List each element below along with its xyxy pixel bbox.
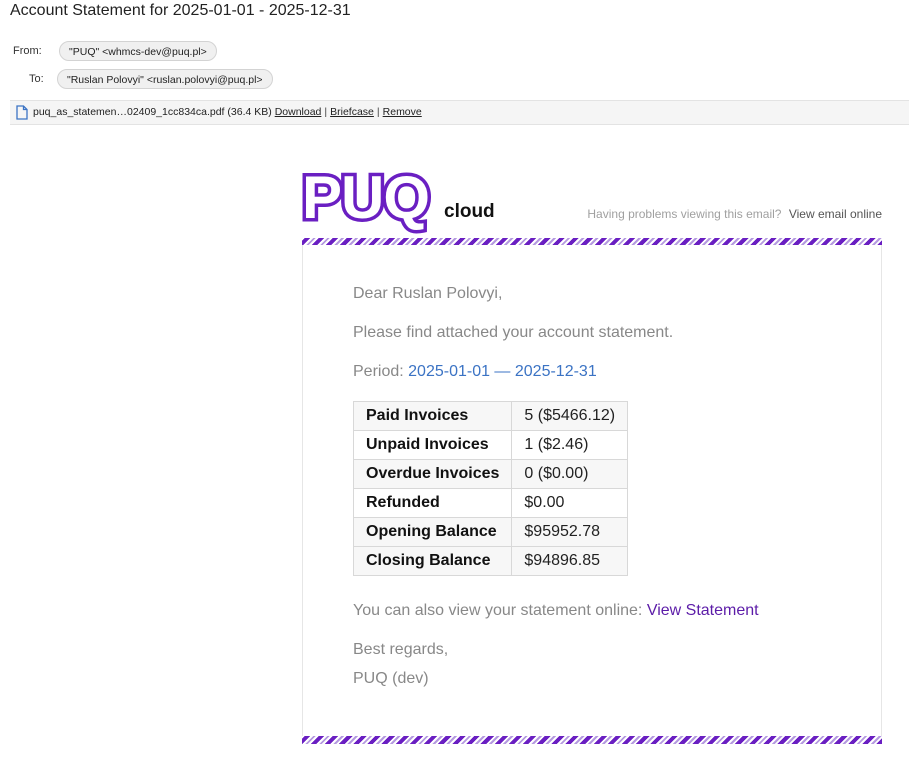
online-line: You can also view your statement online:… — [353, 602, 759, 620]
row-value: 1 ($2.46) — [511, 430, 629, 460]
attachment-size: (36.4 KB) — [227, 106, 272, 118]
period-line: Period: 2025-01-01 — 2025-12-31 — [353, 363, 597, 381]
separator: | — [324, 106, 328, 118]
table-row: Paid Invoices 5 ($5466.12) — [352, 401, 629, 431]
online-text: You can also view your statement online: — [353, 602, 647, 619]
table-row: Unpaid Invoices 1 ($2.46) — [352, 430, 629, 460]
row-label: Refunded — [352, 488, 513, 518]
row-value: $94896.85 — [511, 546, 629, 576]
row-label: Paid Invoices — [352, 401, 513, 431]
from-label: From: — [13, 45, 42, 57]
table-row: Closing Balance $94896.85 — [352, 546, 629, 576]
row-value: 0 ($0.00) — [511, 459, 629, 489]
row-label: Opening Balance — [352, 517, 513, 547]
attachment-bar: puq_as_statemen…02409_1cc834ca.pdf (36.4… — [10, 100, 909, 125]
period-dash: — — [489, 363, 515, 380]
attachment-name[interactable]: puq_as_statemen…02409_1cc834ca.pdf — [33, 106, 224, 118]
separator: | — [376, 106, 380, 118]
email-subject: Account Statement for 2025-01-01 - 2025-… — [10, 2, 351, 19]
period-label: Period: — [353, 363, 409, 380]
puq-cloud-logo: PUQ cloud — [298, 164, 494, 231]
statement-table: Paid Invoices 5 ($5466.12) Unpaid Invoic… — [352, 401, 629, 576]
row-value: $95952.78 — [511, 517, 629, 547]
view-statement-link[interactable]: View Statement — [647, 602, 759, 619]
period-end: 2025-12-31 — [514, 363, 597, 380]
row-label: Unpaid Invoices — [352, 430, 513, 460]
from-chip[interactable]: "PUQ" <whmcs-dev@puq.pl> — [59, 41, 217, 61]
regards-text: Best regards, — [353, 641, 449, 658]
problem-text: Having problems viewing this email? — [587, 207, 782, 221]
email-card: Dear Ruslan Polovyi, Please find attache… — [302, 245, 882, 737]
period-start: 2025-01-01 — [408, 363, 490, 380]
row-value: 5 ($5466.12) — [511, 401, 629, 431]
table-row: Opening Balance $95952.78 — [352, 517, 629, 547]
table-row: Overdue Invoices 0 ($0.00) — [352, 459, 629, 489]
logo-main: PUQ — [298, 164, 433, 231]
view-problem: Having problems viewing this email? View… — [587, 207, 882, 221]
file-icon — [16, 105, 28, 123]
greeting: Dear Ruslan Polovyi, — [353, 285, 503, 302]
download-link[interactable]: Download — [275, 106, 322, 118]
remove-link[interactable]: Remove — [383, 106, 422, 118]
logo-sub: cloud — [444, 201, 495, 222]
row-label: Overdue Invoices — [352, 459, 513, 489]
to-chip[interactable]: "Ruslan Polovyi" <ruslan.polovyi@puq.pl> — [57, 69, 273, 89]
intro-text: Please find attached your account statem… — [353, 324, 674, 341]
view-online-link[interactable]: View email online — [789, 207, 882, 221]
to-label: To: — [29, 73, 44, 85]
row-value: $0.00 — [511, 488, 629, 518]
briefcase-link[interactable]: Briefcase — [330, 106, 374, 118]
signature-text: PUQ (dev) — [353, 670, 429, 687]
table-row: Refunded $0.00 — [352, 488, 629, 518]
bottom-stripe — [302, 736, 882, 744]
row-label: Closing Balance — [352, 546, 513, 576]
